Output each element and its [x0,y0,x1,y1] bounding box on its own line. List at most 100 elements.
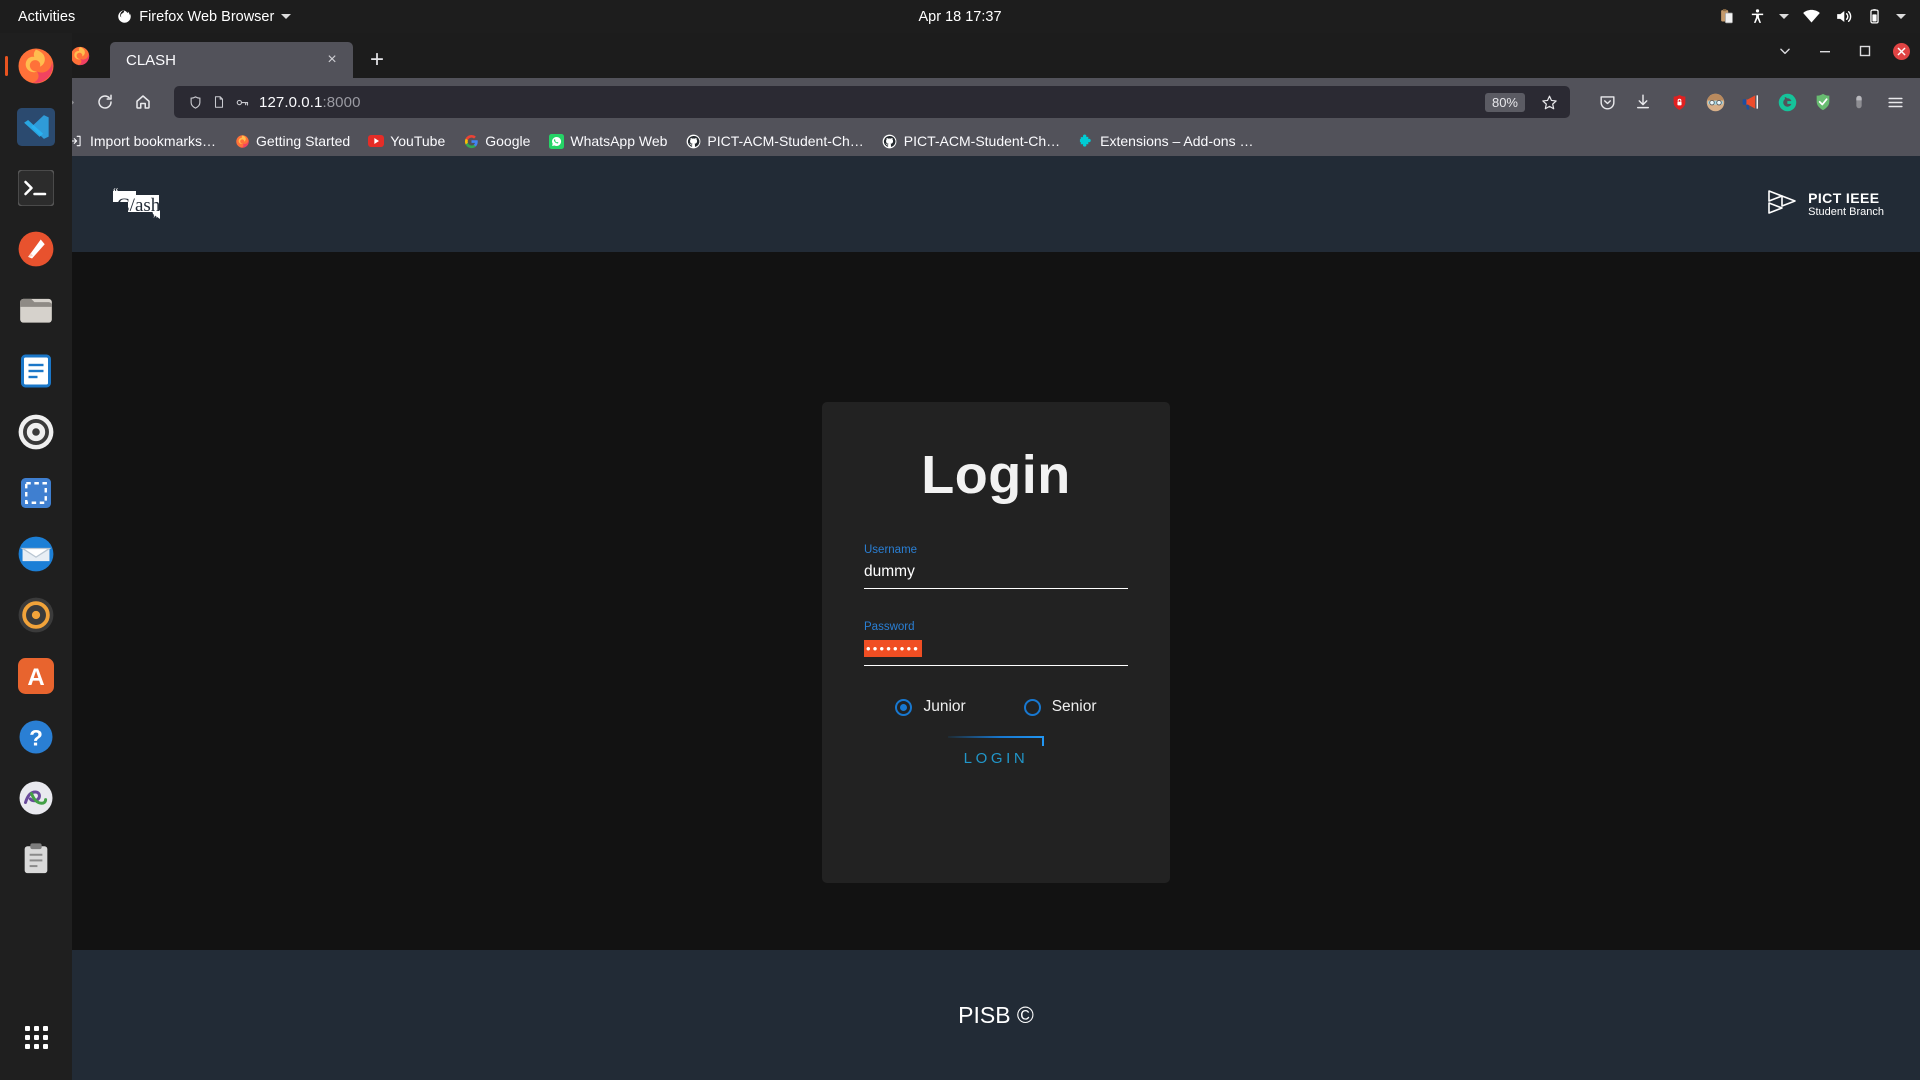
wifi-icon[interactable] [1802,7,1821,26]
svg-text:”: ” [153,211,158,225]
grammarly-icon[interactable] [1774,89,1800,115]
new-tab-button[interactable]: + [359,42,395,78]
bookmark-label: Getting Started [256,133,351,149]
bookmark-github-2[interactable]: PICT-ACM-Student-Ch… [882,133,1060,149]
activities-button[interactable]: Activities [18,9,75,25]
button-top-border [947,736,1045,738]
github-icon [882,133,898,149]
radio-icon[interactable] [1023,698,1041,716]
footer-text: PISB © [958,1001,1034,1028]
bookmark-github-1[interactable]: PICT-ACM-Student-Ch… [685,133,864,149]
dock-item-ubuntu-software[interactable]: A [11,651,61,701]
bookmark-whatsapp[interactable]: WhatsApp Web [548,133,667,149]
login-card: Login Username dummy Password •••••••• J… [822,402,1170,883]
page-info-icon[interactable] [212,95,226,109]
app-menu-button[interactable]: Firefox Web Browser [117,8,292,25]
dock-item-libreoffice-writer[interactable] [11,346,61,396]
shield-lock-icon[interactable] [1666,89,1692,115]
url-bar[interactable]: 127.0.0.1:8000 80% [174,86,1570,118]
radio-label: Senior [1051,698,1097,715]
volume-icon[interactable] [1834,7,1853,26]
system-menu-caret-icon[interactable] [1896,14,1906,19]
radio-senior[interactable]: Senior [1023,698,1097,716]
login-button[interactable]: LOGIN [947,736,1045,774]
reload-button[interactable] [88,86,122,118]
button-corner-tick [1042,736,1045,746]
adguard-icon[interactable] [1810,89,1836,115]
list-all-tabs-icon[interactable] [1773,39,1797,63]
dock-item-settings[interactable] [11,407,61,457]
grid-icon [24,1025,48,1049]
bookmark-import[interactable]: Import bookmarks… [68,133,216,149]
role-radio-group: Junior Senior [864,698,1128,716]
dock-item-help[interactable]: ? [11,712,61,762]
navigation-toolbar: 127.0.0.1:8000 80% [0,78,1920,126]
username-field-group: Username dummy [864,544,1128,589]
app-menu-label: Firefox Web Browser [139,8,275,25]
ieee-kite-icon [1766,188,1800,221]
ubuntu-dock: A ? [0,33,72,1080]
dock-item-inkscape[interactable] [11,224,61,274]
bookmark-label: Google [485,133,531,149]
github-icon [685,133,701,149]
whatsapp-icon [548,133,564,149]
bookmark-getting-started[interactable]: Getting Started [234,133,350,149]
minimize-button[interactable] [1813,39,1837,63]
tab-title: CLASH [126,51,177,69]
maximize-button[interactable] [1853,39,1877,63]
zoom-level-badge[interactable]: 80% [1484,92,1525,112]
clock[interactable]: Apr 18 17:37 [918,9,1001,25]
username-input[interactable]: dummy [864,563,1128,589]
battery-icon[interactable] [1866,8,1883,25]
shield-icon[interactable] [188,95,203,110]
bookmark-google[interactable]: Google [463,133,530,149]
download-icon[interactable] [1630,89,1656,115]
svg-text:A: A [27,664,44,691]
dock-item-rhythmbox[interactable] [11,590,61,640]
url-host: 127.0.0.1 [259,93,323,111]
capsule-icon[interactable] [1846,89,1872,115]
login-button-label: LOGIN [963,750,1029,767]
url-text[interactable]: 127.0.0.1:8000 [259,94,1476,111]
window-controls [1773,39,1910,63]
bookmark-label: PICT-ACM-Student-Ch… [903,133,1061,149]
dock-item-clipboard-manager[interactable] [11,834,61,884]
bookmark-extensions[interactable]: Extensions – Add-ons … [1078,133,1253,149]
chevron-down-icon [281,14,292,19]
dock-item-vscode[interactable] [11,102,61,152]
password-input[interactable]: •••••••• [864,640,1128,666]
svg-text:?: ? [29,725,43,750]
radio-icon-selected[interactable] [895,698,913,716]
password-label: Password [864,621,915,633]
radio-junior[interactable]: Junior [895,698,966,716]
dock-item-terminal[interactable] [11,163,61,213]
clipboard-icon[interactable] [1719,8,1736,25]
dock-item-firefox[interactable] [11,41,61,91]
svg-text:“: “ [113,185,118,199]
key-icon[interactable] [235,95,250,110]
bookmark-youtube[interactable]: YouTube [368,133,445,149]
close-icon[interactable]: × [321,49,343,71]
home-button[interactable] [126,86,160,118]
close-window-button[interactable] [1893,42,1910,60]
bookmark-label: Import bookmarks… [90,133,217,149]
org-title: PICT IEEE [1808,189,1880,206]
show-applications-button[interactable] [11,1012,61,1062]
bookmark-label: PICT-ACM-Student-Ch… [707,133,864,149]
dock-item-screenshot[interactable] [11,468,61,518]
gnome-top-bar: Activities Firefox Web Browser Apr 18 17… [0,0,1920,33]
avatar-icon[interactable] [1702,89,1728,115]
dock-item-anaconda[interactable] [11,773,61,823]
dock-item-thunderbird[interactable] [11,529,61,579]
site-footer: PISB © [72,950,1920,1080]
browser-tab[interactable]: CLASH × [110,42,353,78]
tray-caret-icon[interactable] [1779,14,1789,19]
dock-item-files[interactable] [11,285,61,335]
google-icon [463,133,479,149]
accessibility-icon[interactable] [1749,8,1766,25]
password-masked-value: •••••••• [864,640,923,657]
pocket-icon[interactable] [1594,89,1620,115]
megaphone-icon[interactable] [1738,89,1764,115]
star-icon[interactable] [1534,87,1564,117]
hamburger-menu-icon[interactable] [1882,89,1908,115]
